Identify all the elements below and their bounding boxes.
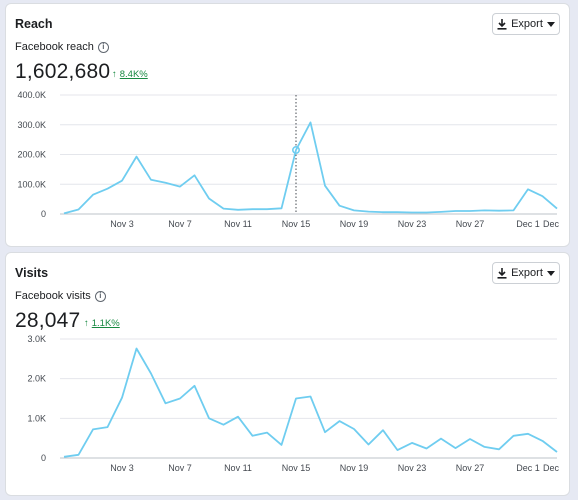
x-tick-label: Nov 23 (398, 219, 427, 227)
reach-title: Reach (15, 17, 53, 31)
x-tick-label: Nov 7 (168, 219, 192, 227)
visits-metric-label-text: Facebook visits (15, 290, 91, 302)
visits-export-label: Export (511, 267, 543, 279)
x-tick-label: Nov 3 (110, 463, 134, 473)
download-icon (497, 18, 507, 30)
download-icon (497, 267, 507, 279)
y-tick-label: 3.0K (27, 334, 46, 344)
y-tick-label: 0 (41, 453, 46, 463)
x-tick-label: Nov 11 (224, 219, 252, 227)
y-tick-label: 2.0K (27, 374, 46, 384)
y-tick-label: 100.0K (17, 179, 46, 189)
x-tick-label: Nov 27 (456, 463, 485, 473)
reach-export-label: Export (511, 18, 543, 30)
x-tick-label: Dec (543, 463, 560, 473)
x-tick-label: Nov 3 (110, 219, 134, 227)
visits-title: Visits (15, 266, 49, 280)
reach-export-button[interactable]: Export (492, 13, 560, 35)
reach-change: ↑ 8.4K% (112, 69, 148, 80)
x-tick-label: Dec 1 (516, 219, 540, 227)
caret-down-icon (546, 270, 555, 276)
reach-metric-value: 1,602,680 (15, 60, 111, 83)
visits-change-value[interactable]: 1.1K% (92, 318, 120, 329)
visits-metric-value: 28,047 (15, 309, 81, 332)
series-line[interactable] (63, 121, 558, 215)
y-tick-label: 400.0K (17, 90, 46, 100)
y-tick-label: 1.0K (27, 413, 46, 423)
x-tick-label: Nov 23 (398, 463, 427, 473)
x-tick-label: Nov 27 (456, 219, 485, 227)
y-tick-label: 200.0K (17, 150, 46, 160)
reach-card: Reach Export Facebook reach i 1,602,680 … (5, 3, 570, 247)
info-icon[interactable]: i (97, 41, 109, 53)
visits-change: ↑ 1.1K% (84, 318, 120, 329)
arrow-up-icon: ↑ (84, 318, 89, 329)
reach-metric-label-text: Facebook reach (15, 41, 94, 53)
y-tick-label: 300.0K (17, 120, 46, 130)
x-tick-label: Nov 11 (224, 463, 252, 473)
reach-change-value[interactable]: 8.4K% (120, 69, 148, 80)
reach-chart[interactable]: 400.0K 300.0K 200.0K 100.0K 0 Nov 3 Nov 7 Nov 1… (6, 87, 571, 227)
arrow-up-icon: ↑ (112, 69, 117, 80)
visits-chart[interactable]: 3.0K 2.0K 1.0K 0 Nov 3 Nov 7 Nov 11 Nov 15 Nov 1… (6, 333, 571, 473)
x-tick-label: Dec 1 (516, 463, 540, 473)
x-tick-label: Nov 19 (340, 219, 369, 227)
visits-export-button[interactable]: Export (492, 262, 560, 284)
info-icon[interactable]: i (94, 290, 106, 302)
caret-down-icon (546, 21, 555, 27)
x-tick-label: Nov 15 (282, 219, 311, 227)
x-tick-label: Nov 7 (168, 463, 192, 473)
y-tick-label: 0 (41, 209, 46, 219)
reach-metric-label: Facebook reach i (15, 41, 109, 53)
x-tick-label: Nov 15 (282, 463, 311, 473)
x-tick-label: Nov 19 (340, 463, 369, 473)
x-tick-label: Dec (543, 219, 560, 227)
visits-metric-label: Facebook visits i (15, 290, 106, 302)
visits-card: Visits Export Facebook visits i 28,047 ↑… (5, 252, 570, 496)
series-line[interactable] (63, 347, 558, 458)
